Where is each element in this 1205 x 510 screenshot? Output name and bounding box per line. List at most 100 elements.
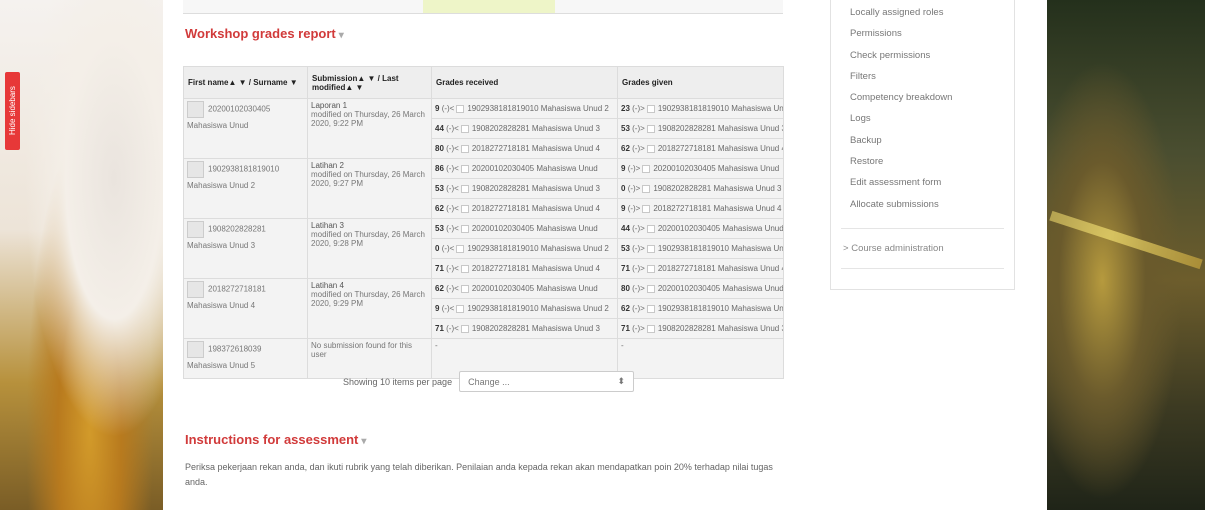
report-title[interactable]: Workshop grades report ▾	[185, 26, 344, 41]
sort-desc-icon[interactable]: ▼	[239, 78, 247, 87]
peer-id[interactable]: 1902938181819010	[467, 104, 538, 113]
peer-id[interactable]: 2018272718181	[658, 144, 716, 153]
submission-title[interactable]: Laporan 1	[311, 101, 428, 110]
participant-name[interactable]: Mahasiswa Unud	[187, 121, 304, 130]
collapse-caret-icon[interactable]: ▾	[361, 436, 366, 447]
grade-value[interactable]: 62	[435, 284, 444, 293]
peer-id[interactable]: 1902938181819010	[658, 244, 729, 253]
sort-desc-icon[interactable]: ▼	[368, 74, 376, 83]
grade-value[interactable]: 0	[621, 184, 625, 193]
peer-id[interactable]: 2018272718181	[472, 204, 530, 213]
peer-id[interactable]: 2018272718181	[472, 144, 530, 153]
grade-value[interactable]: 71	[435, 324, 444, 333]
grade-value[interactable]: 80	[435, 144, 444, 153]
grade-value[interactable]: 9	[621, 164, 625, 173]
peer-id[interactable]: 1908202828281	[472, 184, 530, 193]
peer-name[interactable]: Mahasiswa Unud 4	[718, 264, 783, 273]
peer-name[interactable]: Mahasiswa Unud	[536, 164, 597, 173]
grade-value[interactable]: 44	[621, 224, 630, 233]
admin-menu-item[interactable]: Restore	[850, 155, 952, 176]
avatar[interactable]	[187, 341, 204, 358]
peer-name[interactable]: Mahasiswa Unud 3	[718, 124, 783, 133]
peer-name[interactable]: Mahasiswa Unud 3	[718, 324, 783, 333]
peer-id[interactable]: 20200102030405	[653, 164, 715, 173]
admin-menu-item[interactable]: Filters	[850, 70, 952, 91]
avatar[interactable]	[187, 101, 204, 118]
avatar[interactable]	[187, 281, 204, 298]
peer-id[interactable]: 20200102030405	[658, 224, 720, 233]
participant-id[interactable]: 2018272718181	[208, 285, 266, 294]
grade-value[interactable]: 0	[435, 244, 439, 253]
admin-menu-item[interactable]: Logs	[850, 112, 952, 133]
grade-value[interactable]: 80	[621, 284, 630, 293]
peer-id[interactable]: 20200102030405	[658, 284, 720, 293]
admin-menu-item[interactable]: Competency breakdown	[850, 91, 952, 112]
peer-name[interactable]: Mahasiswa Unud 3	[532, 324, 600, 333]
participant-id[interactable]: 1908202828281	[208, 225, 266, 234]
grade-value[interactable]: 71	[621, 324, 630, 333]
grade-value[interactable]: 62	[621, 144, 630, 153]
admin-menu-item[interactable]: Allocate submissions	[850, 198, 952, 219]
peer-name[interactable]: Mahasiswa Unud 2	[541, 104, 609, 113]
submission-title[interactable]: Latihan 3	[311, 221, 428, 230]
grade-value[interactable]: 62	[435, 204, 444, 213]
grade-value[interactable]: 71	[621, 264, 630, 273]
grade-value[interactable]: 86	[435, 164, 444, 173]
peer-id[interactable]: 1902938181819010	[658, 104, 729, 113]
peer-id[interactable]: 1902938181819010	[467, 244, 538, 253]
peer-id[interactable]: 20200102030405	[472, 164, 534, 173]
peer-id[interactable]: 2018272718181	[472, 264, 530, 273]
peer-name[interactable]: Mahasiswa Unud 4	[718, 144, 783, 153]
peer-id[interactable]: 2018272718181	[653, 204, 711, 213]
peer-name[interactable]: Mahasiswa Unud 3	[532, 124, 600, 133]
peer-id[interactable]: 1908202828281	[472, 324, 530, 333]
admin-menu-item[interactable]: Backup	[850, 134, 952, 155]
peer-name[interactable]: Mahasiswa Unud	[722, 284, 782, 293]
participant-id[interactable]: 20200102030405	[208, 105, 270, 114]
sort-asc-icon[interactable]: ▲	[357, 74, 365, 83]
grade-value[interactable]: 53	[435, 224, 444, 233]
admin-menu-item[interactable]: Edit assessment form	[850, 176, 952, 197]
grade-value[interactable]: 9	[435, 104, 439, 113]
submission-title[interactable]: Latihan 4	[311, 281, 428, 290]
grade-value[interactable]: 23	[621, 104, 630, 113]
peer-name[interactable]: Mahasiswa Unud	[536, 284, 597, 293]
course-administration-link[interactable]: > Course administration	[843, 243, 944, 254]
peer-id[interactable]: 1902938181819010	[467, 304, 538, 313]
sort-submission[interactable]: Submission	[312, 74, 357, 83]
grade-value[interactable]: 9	[621, 204, 625, 213]
peer-id[interactable]: 1908202828281	[658, 324, 716, 333]
participant-id[interactable]: 1902938181819010	[208, 165, 279, 174]
grade-value[interactable]: 53	[435, 184, 444, 193]
admin-menu-item[interactable]: Permissions	[850, 27, 952, 48]
peer-name[interactable]: Mahasiswa Unud 2	[731, 304, 782, 313]
grade-value[interactable]: 53	[621, 124, 630, 133]
peer-name[interactable]: Mahasiswa Unud 2	[541, 304, 609, 313]
sort-surname[interactable]: / Surname	[249, 78, 288, 87]
peer-id[interactable]: 2018272718181	[658, 264, 716, 273]
peer-name[interactable]: Mahasiswa Unud 4	[532, 204, 600, 213]
peer-id[interactable]: 1908202828281	[658, 124, 716, 133]
peer-name[interactable]: Mahasiswa Unud 2	[731, 244, 782, 253]
participant-name[interactable]: Mahasiswa Unud 3	[187, 241, 304, 250]
avatar[interactable]	[187, 221, 204, 238]
peer-id[interactable]: 1908202828281	[472, 124, 530, 133]
grade-value[interactable]: 62	[621, 304, 630, 313]
items-per-page-select[interactable]: Change ... ⬍	[459, 371, 635, 392]
sort-desc-icon[interactable]: ▼	[290, 78, 298, 87]
grade-value[interactable]: 71	[435, 264, 444, 273]
avatar[interactable]	[187, 161, 204, 178]
sort-asc-icon[interactable]: ▲	[228, 78, 236, 87]
peer-id[interactable]: 1908202828281	[653, 184, 711, 193]
peer-name[interactable]: Mahasiswa Unud 4	[713, 204, 781, 213]
sort-asc-icon[interactable]: ▲	[345, 83, 353, 92]
hide-sidebars-button[interactable]: Hide sidebars	[5, 72, 20, 150]
admin-menu-item[interactable]: Locally assigned roles	[850, 6, 952, 27]
instructions-title[interactable]: Instructions for assessment ▾	[185, 432, 366, 447]
peer-id[interactable]: 20200102030405	[472, 284, 534, 293]
peer-name[interactable]: Mahasiswa Unud 2	[731, 104, 782, 113]
submission-title[interactable]: Latihan 2	[311, 161, 428, 170]
peer-name[interactable]: Mahasiswa Unud	[536, 224, 597, 233]
participant-id[interactable]: 198372618039	[208, 345, 261, 354]
participant-name[interactable]: Mahasiswa Unud 2	[187, 181, 304, 190]
